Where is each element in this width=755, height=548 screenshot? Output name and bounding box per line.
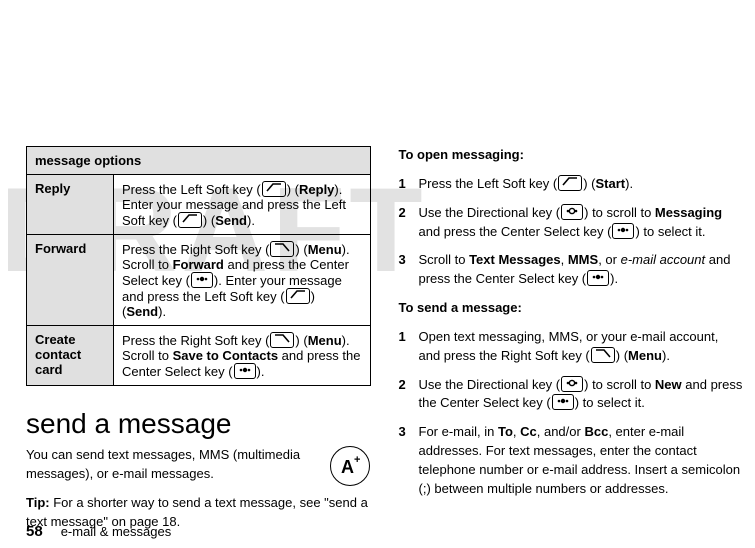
list-item: 2 Use the Directional key () to scroll t…: [399, 204, 744, 242]
center-select-icon: [612, 223, 634, 239]
letter-a-plus-icon: A +: [330, 446, 370, 486]
right-softkey-icon: [270, 332, 294, 348]
list-item: 2 Use the Directional key () to scroll t…: [399, 376, 744, 414]
list-item: 3 Scroll to Text Messages, MMS, or e-mai…: [399, 251, 744, 289]
left-softkey-icon: [558, 175, 582, 191]
row-desc-forward: Press the Right Soft key () (Menu). Scro…: [114, 235, 371, 326]
row-label-create-contact: Create contact card: [27, 326, 114, 386]
center-select-icon: [191, 272, 213, 288]
directional-key-icon: [561, 204, 583, 220]
row-desc-create-contact: Press the Right Soft key () (Menu). Scro…: [114, 326, 371, 386]
center-select-icon: [234, 363, 256, 379]
footer-section-label: e-mail & messages: [61, 524, 172, 539]
list-item: 3 For e-mail, in To, Cc, and/or Bcc, ent…: [399, 423, 744, 498]
page-footer: 58 e-mail & messages: [26, 523, 171, 540]
right-softkey-icon: [591, 347, 615, 363]
message-options-table: message options Reply Press the Left Sof…: [26, 146, 371, 386]
row-label-reply: Reply: [27, 175, 114, 235]
right-column: To open messaging: 1 Press the Left Soft…: [399, 146, 744, 541]
center-select-icon: [552, 394, 574, 410]
heading-send-message: To send a message:: [399, 299, 744, 318]
list-item: 1 Open text messaging, MMS, or your e-ma…: [399, 328, 744, 366]
open-messaging-steps: 1 Press the Left Soft key () (Start). 2 …: [399, 175, 744, 289]
list-item: 1 Press the Left Soft key () (Start).: [399, 175, 744, 194]
directional-key-icon: [561, 376, 583, 392]
left-softkey-icon: [286, 288, 310, 304]
svg-text:+: +: [354, 454, 360, 466]
center-select-icon: [587, 270, 609, 286]
table-row: Reply Press the Left Soft key () (Reply)…: [27, 175, 371, 235]
row-label-forward: Forward: [27, 235, 114, 326]
left-softkey-icon: [178, 212, 202, 228]
left-softkey-icon: [262, 181, 286, 197]
heading-open-messaging: To open messaging:: [399, 146, 744, 165]
left-column: message options Reply Press the Left Sof…: [26, 146, 371, 541]
page-number: 58: [26, 523, 43, 540]
section-heading: send a message: [26, 408, 371, 440]
right-softkey-icon: [270, 241, 294, 257]
svg-text:A: A: [341, 457, 354, 477]
send-message-steps: 1 Open text messaging, MMS, or your e-ma…: [399, 328, 744, 499]
row-desc-reply: Press the Left Soft key () (Reply). Ente…: [114, 175, 371, 235]
table-row: Forward Press the Right Soft key () (Men…: [27, 235, 371, 326]
table-row: Create contact card Press the Right Soft…: [27, 326, 371, 386]
table-header: message options: [27, 147, 371, 175]
intro-paragraph: A + You can send text messages, MMS (mul…: [26, 446, 371, 484]
